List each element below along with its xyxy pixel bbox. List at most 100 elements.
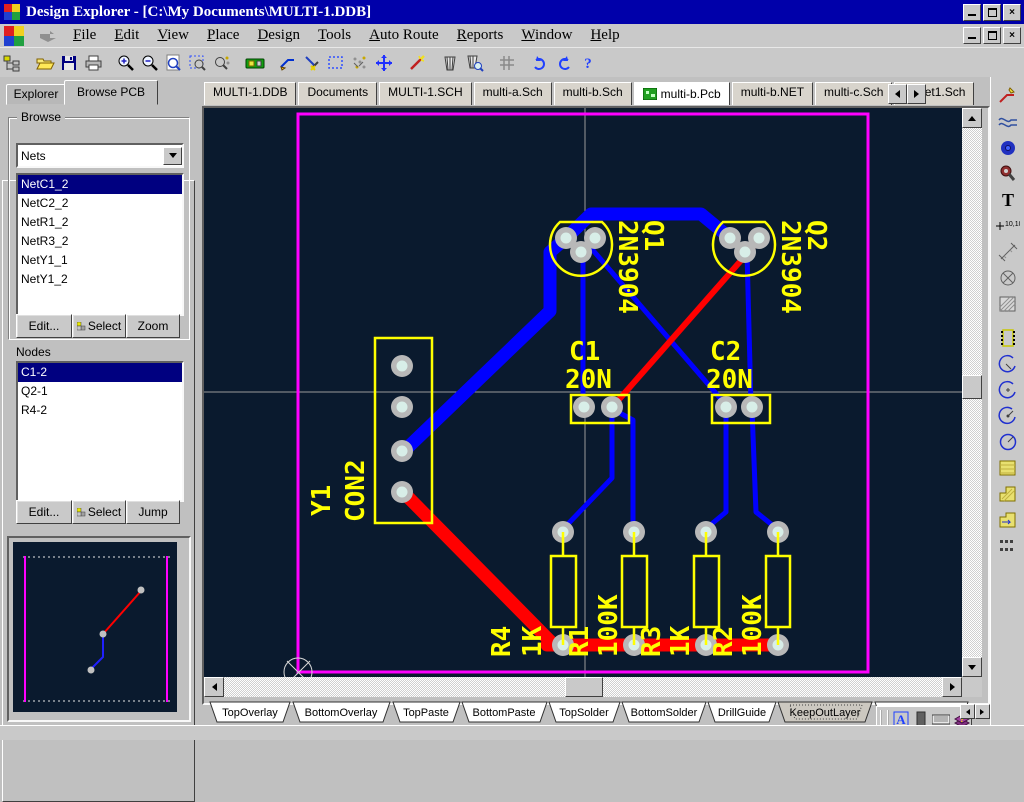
label-r4-ref[interactable]: R4 xyxy=(487,626,517,657)
layer-tab-drillguide[interactable]: DrillGuide xyxy=(708,702,776,722)
node-list-item[interactable]: Q2-1 xyxy=(18,382,182,401)
label-r3-ref[interactable]: R3 xyxy=(637,626,667,657)
net-list-item[interactable]: NetY1_2 xyxy=(18,270,182,289)
node-list-item[interactable]: R4-2 xyxy=(18,401,182,420)
layer-tab-scroll-left-icon[interactable] xyxy=(960,704,975,719)
combo-dropdown-button[interactable] xyxy=(163,147,182,165)
label-r1-value[interactable]: 100K xyxy=(594,594,624,657)
net-zoom-button[interactable]: Zoom xyxy=(126,314,180,338)
outline-r2[interactable] xyxy=(766,556,790,627)
label-r1-ref[interactable]: R1 xyxy=(565,626,595,657)
label-y1-ref[interactable]: Y1 xyxy=(307,485,337,516)
vertical-scroll-thumb[interactable] xyxy=(962,375,982,399)
label-r2-value[interactable]: 100K xyxy=(738,594,768,657)
layer-tab-scroll-right-icon[interactable] xyxy=(975,704,990,719)
doc-tab-multi-c-sch[interactable]: multi-c.Sch xyxy=(815,82,892,105)
net-list-item[interactable]: NetR3_2 xyxy=(18,232,182,251)
wiring-tool-icon[interactable] xyxy=(276,51,300,75)
tab-browse-pcb[interactable]: Browse PCB xyxy=(64,80,158,105)
menu-detach-icon[interactable] xyxy=(38,30,64,42)
zoom-point-icon[interactable] xyxy=(210,51,234,75)
open-document-icon[interactable] xyxy=(33,51,57,75)
multi-trace-icon[interactable] xyxy=(996,111,1020,133)
trace-top-y1-diagonal[interactable] xyxy=(404,493,552,643)
place-room-icon[interactable] xyxy=(996,267,1020,289)
menu-view[interactable]: View xyxy=(148,26,198,45)
scroll-up-icon[interactable] xyxy=(962,108,982,128)
place-pad-icon[interactable] xyxy=(996,137,1020,159)
restore-button[interactable] xyxy=(983,4,1001,21)
place-polygon-plane-icon[interactable] xyxy=(996,483,1020,505)
doc-tab-documents[interactable]: Documents xyxy=(298,82,377,105)
close-button[interactable]: × xyxy=(1003,4,1021,21)
outline-r4[interactable] xyxy=(551,556,576,627)
cross-probe-icon[interactable] xyxy=(243,51,267,75)
place-arc-edge-icon[interactable] xyxy=(996,353,1020,375)
redo-icon[interactable] xyxy=(552,51,576,75)
undo-icon[interactable] xyxy=(528,51,552,75)
node-select-button[interactable]: Select xyxy=(72,500,126,524)
mdi-minimize-button[interactable] xyxy=(963,27,981,44)
outline-r3[interactable] xyxy=(694,556,719,627)
swap-3d-view-icon[interactable] xyxy=(438,51,462,75)
scroll-down-icon[interactable] xyxy=(962,657,982,677)
doc-tab-multi-b-net[interactable]: multi-b.NET xyxy=(732,82,813,105)
scroll-right-icon[interactable] xyxy=(942,677,962,697)
horizontal-scrollbar[interactable] xyxy=(204,677,962,697)
label-r4-value[interactable]: 1K xyxy=(518,625,548,657)
help-icon[interactable]: ? xyxy=(576,51,600,75)
place-via-icon[interactable] xyxy=(996,163,1020,185)
nodes-list[interactable]: C1-2 Q2-1 R4-2 xyxy=(16,361,184,502)
interactive-routing-icon[interactable] xyxy=(996,85,1020,107)
select-area-icon[interactable] xyxy=(324,51,348,75)
mdi-restore-button[interactable] xyxy=(983,27,1001,44)
design-manager-icon[interactable] xyxy=(0,51,24,75)
layer-tab-bottomsolder[interactable]: BottomSolder xyxy=(622,702,706,722)
layer-tab-keepoutlayer[interactable]: KeepOutLayer xyxy=(778,702,872,722)
zoom-area-icon[interactable] xyxy=(186,51,210,75)
place-arc-center-icon[interactable] xyxy=(996,379,1020,401)
layer-tab-bottomoverlay[interactable]: BottomOverlay xyxy=(293,702,390,722)
outline-r1[interactable] xyxy=(622,556,647,627)
net-list-item[interactable]: NetC1_2 xyxy=(18,175,182,194)
browse-mode-combo[interactable]: Nets xyxy=(16,143,184,168)
tab-explorer[interactable]: Explorer xyxy=(6,84,66,105)
print-icon[interactable] xyxy=(81,51,105,75)
place-fill-hatched-icon[interactable] xyxy=(996,293,1020,315)
node-list-item[interactable]: C1-2 xyxy=(18,363,182,382)
toggle-grid-icon[interactable] xyxy=(495,51,519,75)
menu-auto-route[interactable]: Auto Route xyxy=(360,26,448,45)
menu-help[interactable]: Help xyxy=(581,26,628,45)
place-component-icon[interactable] xyxy=(996,327,1020,349)
zoom-in-icon[interactable] xyxy=(114,51,138,75)
place-text-icon[interactable]: T xyxy=(996,189,1020,211)
doc-tab-multi-b-sch[interactable]: multi-b.Sch xyxy=(554,82,632,105)
nets-list[interactable]: NetC1_2 NetC2_2 NetR1_2 NetR3_2 NetY1_1 … xyxy=(16,173,184,316)
doc-tab-multi1-sch[interactable]: MULTI-1.SCH xyxy=(379,82,471,105)
split-plane-icon[interactable] xyxy=(996,509,1020,531)
label-r2-ref[interactable]: R2 xyxy=(709,626,739,657)
swap-3d-zoom-icon[interactable] xyxy=(462,51,486,75)
unroute-tool-icon[interactable] xyxy=(300,51,324,75)
label-q2-value[interactable]: 2N3904 xyxy=(775,220,805,314)
move-selection-icon[interactable] xyxy=(348,51,372,75)
menu-window[interactable]: Window xyxy=(512,26,581,45)
place-fill-icon[interactable] xyxy=(996,457,1020,479)
online-drc-wand-icon[interactable] xyxy=(405,51,429,75)
minimize-button[interactable] xyxy=(963,4,981,21)
place-arc-any-angle-icon[interactable] xyxy=(996,405,1020,427)
pads[interactable] xyxy=(391,227,789,656)
menu-reports[interactable]: Reports xyxy=(448,26,513,45)
node-edit-button[interactable]: Edit... xyxy=(16,500,72,524)
net-list-item[interactable]: NetC2_2 xyxy=(18,194,182,213)
zoom-document-icon[interactable] xyxy=(162,51,186,75)
document-icon[interactable] xyxy=(4,26,24,46)
menu-file[interactable]: File xyxy=(64,26,105,45)
vertical-scrollbar[interactable] xyxy=(962,108,982,677)
doc-tab-scroll-left-icon[interactable] xyxy=(888,84,907,104)
doc-tab-multi1-ddb[interactable]: MULTI-1.DDB xyxy=(204,82,296,105)
doc-tab-multi-b-pcb[interactable]: multi-b.Pcb xyxy=(634,82,730,105)
node-jump-button[interactable]: Jump xyxy=(126,500,180,524)
horizontal-scroll-thumb[interactable] xyxy=(565,677,603,697)
pad-array-icon[interactable] xyxy=(996,535,1020,557)
